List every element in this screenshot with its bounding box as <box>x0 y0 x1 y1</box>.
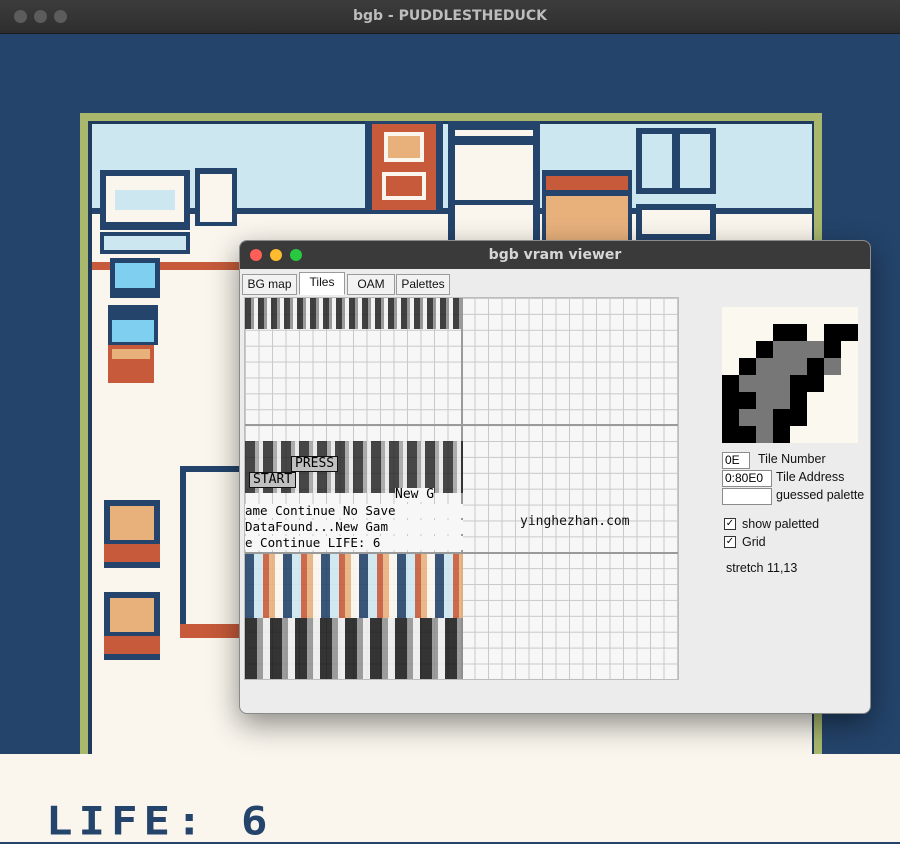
vram-viewer-titlebar: bgb vram viewer <box>240 241 870 269</box>
grid-divider <box>245 424 678 426</box>
tile-text-start: START <box>249 472 297 488</box>
stretch-readout: stretch 11,13 <box>726 561 798 575</box>
guessed-palette-label: guessed palette <box>776 488 865 502</box>
tile-number-label: Tile Number <box>758 452 826 466</box>
tile-text-press: PRESS <box>291 456 339 472</box>
tile-text-row: e Continue LIFE: 6 <box>245 536 463 550</box>
tile-text-row: ame Continue No Save <box>245 504 463 518</box>
tile-address-field[interactable]: 0:80E0 <box>722 470 772 487</box>
vram-viewer-window: bgb vram viewer BG map Tiles OAM Palette… <box>239 240 871 714</box>
grid-label: Grid <box>742 535 766 549</box>
life-counter: LIFE: 6 <box>46 798 274 844</box>
main-window-titlebar: bgb - PUDDLESTHEDUCK <box>0 0 900 34</box>
vram-viewer-title: bgb vram viewer <box>488 247 622 263</box>
show-paletted-label: show paletted <box>742 517 820 531</box>
main-window-title: bgb - PUDDLESTHEDUCK <box>352 8 547 24</box>
guessed-palette-field[interactable] <box>722 488 772 505</box>
tile-address-label: Tile Address <box>776 470 845 484</box>
tab-palettes[interactable]: Palettes <box>396 274 450 295</box>
tile-text-new-g: New G <box>395 487 435 502</box>
grid-checkbox[interactable]: ✓ <box>724 536 736 548</box>
tile-text-row: DataFound...New Gam <box>245 520 463 534</box>
tile-preview <box>722 307 858 443</box>
character-graphic-tiles <box>245 618 463 679</box>
show-paletted-checkbox[interactable]: ✓ <box>724 518 736 530</box>
tile-number-field[interactable]: 0E <box>722 452 750 469</box>
watermark-text: yinghezhan.com <box>520 514 630 529</box>
room-graphic-tiles <box>245 554 463 618</box>
tab-oam[interactable]: OAM <box>347 274 395 295</box>
sprite-tiles-strip <box>245 298 463 329</box>
tab-bg-map[interactable]: BG map <box>242 274 297 295</box>
tile-grid[interactable]: PRESS START New G ame Continue No Save D… <box>244 297 679 680</box>
tab-tiles[interactable]: Tiles <box>299 272 345 295</box>
